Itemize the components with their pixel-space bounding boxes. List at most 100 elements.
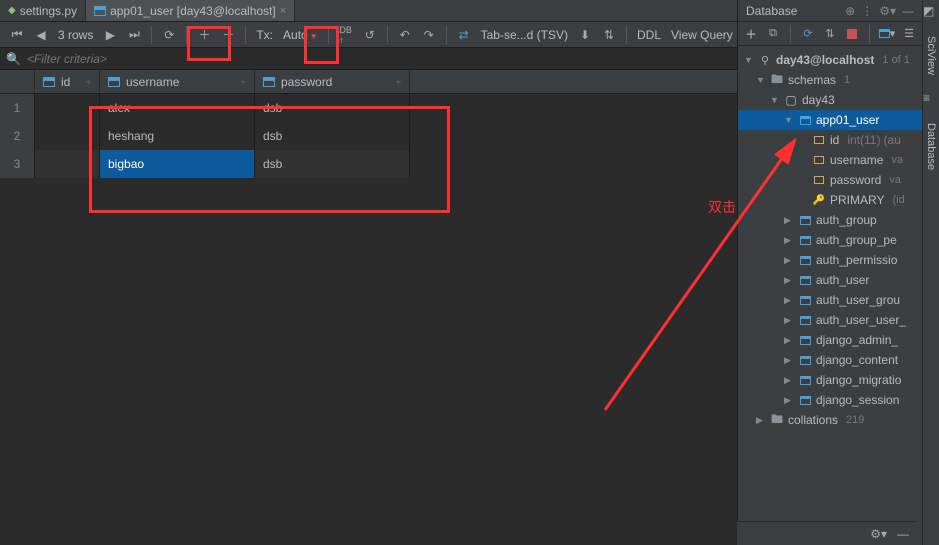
cell-password[interactable]: dsb: [255, 94, 410, 122]
redo-button[interactable]: ↷: [418, 24, 440, 46]
hide-panel-icon[interactable]: —: [902, 4, 914, 18]
cell-id[interactable]: [35, 122, 100, 150]
table-row[interactable]: 1 alex dsb: [0, 94, 737, 122]
tree-column[interactable]: password va: [738, 170, 922, 190]
ddl-button[interactable]: DDL: [633, 28, 665, 42]
tx-mode[interactable]: Auto▼: [279, 28, 322, 42]
add-datasource-icon[interactable]: ⊕: [845, 4, 855, 18]
tree-table[interactable]: ▶django_content: [738, 350, 922, 370]
sync-button[interactable]: ⇅: [821, 25, 839, 43]
tree-key[interactable]: 🔑 PRIMARY (id: [738, 190, 922, 210]
tree-schema[interactable]: ▼ ▢ day43: [738, 90, 922, 110]
tree-table[interactable]: ▶auth_user_user_: [738, 310, 922, 330]
format-label[interactable]: Tab-se...d (TSV): [477, 28, 572, 42]
filter-button[interactable]: ☰: [900, 25, 918, 43]
tree-column[interactable]: id int(11) (au: [738, 130, 922, 150]
table-row[interactable]: 3 bigbao dsb: [0, 150, 737, 178]
upload-button[interactable]: ⇅: [598, 24, 620, 46]
panel-footer: ⚙▾ —: [737, 521, 917, 545]
side-tab-database[interactable]: Database: [923, 117, 939, 176]
tree-connection[interactable]: ▼ ⚲ day43@localhost 1 of 1: [738, 50, 922, 70]
expand-icon[interactable]: ▼: [744, 55, 754, 65]
sort-icon[interactable]: ÷: [86, 77, 91, 87]
expand-icon[interactable]: ▼: [770, 95, 780, 105]
close-icon[interactable]: ×: [280, 5, 286, 17]
tree-table[interactable]: ▶auth_permissio: [738, 250, 922, 270]
table-row[interactable]: 2 heshang dsb: [0, 122, 737, 150]
tab-settings-py[interactable]: ◆ settings.py: [0, 0, 86, 21]
expand-icon[interactable]: ▶: [784, 335, 794, 346]
tab-label: settings.py: [20, 4, 77, 18]
refresh-button[interactable]: ⟳: [158, 24, 180, 46]
sciview-icon[interactable]: ◩: [923, 4, 939, 20]
commit-button[interactable]: DB↑: [335, 24, 357, 46]
table-icon: [798, 116, 812, 125]
prev-page-button[interactable]: ◀: [30, 24, 52, 46]
stop-button[interactable]: [843, 25, 861, 43]
expand-icon[interactable]: ▶: [784, 355, 794, 366]
tree-collations[interactable]: ▶ 🖿 collations 219: [738, 410, 922, 430]
expand-icon[interactable]: ▼: [756, 75, 766, 85]
tx-label: Tx:: [252, 28, 277, 42]
panel-menu-icon[interactable]: ⋮: [861, 4, 873, 18]
expand-icon[interactable]: ▶: [784, 315, 794, 326]
refresh-button[interactable]: ⟳: [799, 25, 817, 43]
expand-icon[interactable]: ▶: [784, 295, 794, 306]
expand-icon[interactable]: ▶: [784, 235, 794, 246]
panel-settings-icon[interactable]: ⚙▾: [879, 4, 896, 18]
rollback-button[interactable]: ↺: [359, 24, 381, 46]
separator: [328, 26, 329, 44]
first-page-button[interactable]: ⏮: [6, 24, 28, 46]
tree-table[interactable]: ▶django_admin_: [738, 330, 922, 350]
view-query-button[interactable]: View Query: [667, 28, 737, 42]
minimize-icon[interactable]: —: [897, 527, 909, 541]
sort-icon[interactable]: ÷: [396, 77, 401, 87]
add-row-button[interactable]: ＋: [193, 24, 215, 46]
undo-button[interactable]: ↶: [394, 24, 416, 46]
new-button[interactable]: ＋: [742, 25, 760, 43]
tree-table-app01-user[interactable]: ▼ app01_user: [738, 110, 922, 130]
table-icon: [798, 376, 812, 385]
next-page-button[interactable]: ▶: [99, 24, 121, 46]
cell-username[interactable]: alex: [100, 94, 255, 122]
cell-password[interactable]: dsb: [255, 150, 410, 178]
download-button[interactable]: ⬇: [574, 24, 596, 46]
row-number: 1: [0, 94, 35, 122]
cell-username[interactable]: heshang: [100, 122, 255, 150]
sort-icon[interactable]: ÷: [241, 77, 246, 87]
duplicate-button[interactable]: ⧉: [764, 25, 782, 43]
export-button[interactable]: ⇄: [453, 24, 475, 46]
tab-app01-user[interactable]: app01_user [day43@localhost] ×: [86, 0, 295, 21]
cell-id[interactable]: [35, 94, 100, 122]
cell-password[interactable]: dsb: [255, 122, 410, 150]
expand-icon[interactable]: ▶: [784, 275, 794, 286]
tree-table[interactable]: ▶auth_user_grou: [738, 290, 922, 310]
folder-icon: 🖿: [770, 70, 784, 91]
expand-icon[interactable]: ▶: [784, 255, 794, 266]
remove-row-button[interactable]: －: [217, 24, 239, 46]
separator: [151, 26, 152, 44]
database-icon[interactable]: ≡: [923, 91, 939, 107]
expand-icon[interactable]: ▼: [784, 115, 794, 125]
gear-icon[interactable]: ⚙▾: [870, 527, 887, 541]
expand-icon[interactable]: ▶: [784, 215, 794, 226]
cell-username[interactable]: bigbao: [100, 150, 255, 178]
column-header-password[interactable]: password ÷: [255, 70, 410, 93]
tree-table[interactable]: ▶django_migratio: [738, 370, 922, 390]
tree-schemas[interactable]: ▼ 🖿 schemas 1: [738, 70, 922, 90]
tree-table[interactable]: ▶auth_group: [738, 210, 922, 230]
column-header-id[interactable]: id ÷: [35, 70, 100, 93]
expand-icon[interactable]: ▶: [784, 375, 794, 386]
last-page-button[interactable]: ⏭: [123, 24, 145, 46]
cell-id[interactable]: [35, 150, 100, 178]
tree-column[interactable]: username va: [738, 150, 922, 170]
tree-table[interactable]: ▶auth_user: [738, 270, 922, 290]
expand-icon[interactable]: ▶: [756, 415, 766, 426]
column-header-username[interactable]: username ÷: [100, 70, 255, 93]
table-icon: [798, 296, 812, 305]
view-mode-button[interactable]: ▾: [878, 25, 896, 43]
tree-table[interactable]: ▶django_session: [738, 390, 922, 410]
expand-icon[interactable]: ▶: [784, 395, 794, 406]
tree-table[interactable]: ▶auth_group_pe: [738, 230, 922, 250]
side-tab-sciview[interactable]: SciView: [923, 30, 939, 81]
